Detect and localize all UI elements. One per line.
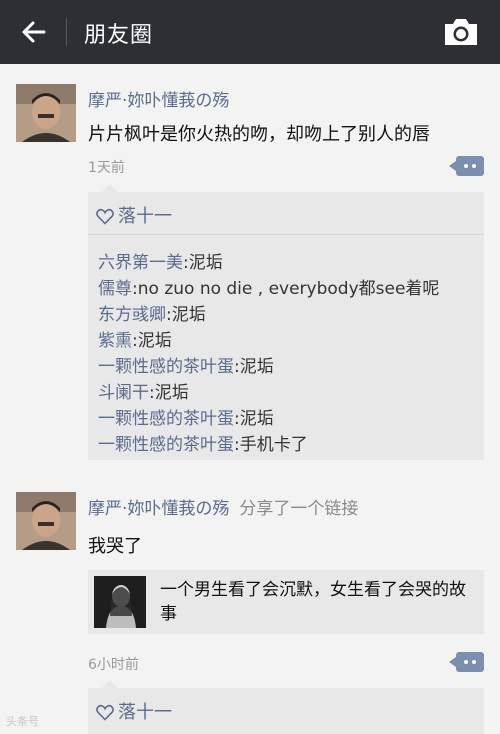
share-note: 分享了一个链接 [239, 499, 359, 519]
comment-action-button[interactable] [449, 156, 484, 176]
comment-author[interactable]: 斗阑干 [98, 383, 149, 403]
comment-action-button[interactable] [449, 652, 484, 672]
comment-row[interactable]: 斗阑干:泥垢 [98, 378, 189, 403]
comment-text: 泥垢 [154, 383, 189, 403]
dot-icon [472, 660, 476, 664]
link-thumbnail [94, 576, 146, 628]
comment-text: 泥垢 [239, 409, 274, 429]
author-link[interactable]: 摩严·妳卟懂莪の殇 [88, 499, 229, 519]
comment-row[interactable]: 儒尊:no zuo no die , everybody都see着呢 [98, 274, 439, 299]
thumbnail-image [94, 576, 146, 628]
post-timestamp: 6小时前 [88, 657, 139, 673]
watermark: 头条号 [6, 715, 39, 728]
nav-divider [66, 18, 67, 46]
avatar-image [16, 492, 76, 550]
likes-panel: 落十一 [88, 680, 484, 734]
comment-author[interactable]: 一颗性感的茶叶蛋 [98, 409, 234, 429]
post-text: 片片枫叶是你火热的吻，却吻上了别人的唇 [88, 124, 430, 145]
comment-text: 泥垢 [171, 305, 206, 325]
comment-row[interactable]: 一颗性感的茶叶蛋:泥垢 [98, 404, 274, 429]
comment-text: 泥垢 [137, 331, 172, 351]
comment-text: no zuo no die , everybody都see着呢 [137, 279, 440, 299]
avatar[interactable] [16, 492, 76, 550]
comment-row[interactable]: 东方彧卿:泥垢 [98, 300, 206, 325]
comment-author[interactable]: 紫熏 [98, 331, 132, 351]
top-nav-bar: 朋友圈 [0, 0, 500, 64]
comment-row[interactable]: 六界第一美:泥垢 [98, 248, 223, 273]
likes-row: 落十一 [96, 698, 172, 724]
comment-text: 泥垢 [188, 253, 223, 273]
heart-icon [96, 704, 114, 721]
comment-author[interactable]: 东方彧卿 [98, 305, 166, 325]
comment-author[interactable]: 一颗性感的茶叶蛋 [98, 357, 234, 377]
comment-author[interactable]: 一颗性感的茶叶蛋 [98, 435, 234, 455]
back-arrow-icon[interactable] [16, 14, 52, 50]
post-text: 我哭了 [88, 536, 142, 557]
dot-icon [464, 164, 468, 168]
page-title: 朋友圈 [84, 23, 154, 48]
shared-link-card[interactable]: 一个男生看了会沉默，女生看了会哭的故事 [88, 570, 484, 634]
comment-row[interactable]: 紫熏:泥垢 [98, 326, 172, 351]
comment-author[interactable]: 六界第一美 [98, 253, 183, 273]
comment-text: 泥垢 [239, 357, 274, 377]
comment-row[interactable]: 一颗性感的茶叶蛋:手机卡了 [98, 430, 308, 455]
post-author-name[interactable]: 摩严·妳卟懂莪の殇 [88, 86, 229, 111]
heart-icon [96, 208, 114, 225]
panel-divider [88, 234, 484, 235]
camera-icon[interactable] [441, 14, 481, 50]
avatar[interactable] [16, 84, 76, 142]
dot-icon [472, 164, 476, 168]
dot-icon [464, 660, 468, 664]
like-user[interactable]: 落十一 [118, 206, 172, 227]
link-title: 一个男生看了会沉默，女生看了会哭的故事 [160, 580, 466, 624]
avatar-image [16, 84, 76, 142]
likes-comments-panel: 落十一 六界第一美:泥垢 儒尊:no zuo no die , everybod… [88, 184, 484, 460]
like-user[interactable]: 落十一 [118, 702, 172, 723]
post-timestamp: 1天前 [88, 160, 125, 176]
comment-text: 手机卡了 [239, 435, 308, 455]
comment-author[interactable]: 儒尊 [98, 279, 132, 299]
likes-row: 落十一 [96, 202, 172, 228]
post-author-name: 摩严·妳卟懂莪の殇 分享了一个链接 [88, 494, 358, 519]
comment-row[interactable]: 一颗性感的茶叶蛋:泥垢 [98, 352, 274, 377]
